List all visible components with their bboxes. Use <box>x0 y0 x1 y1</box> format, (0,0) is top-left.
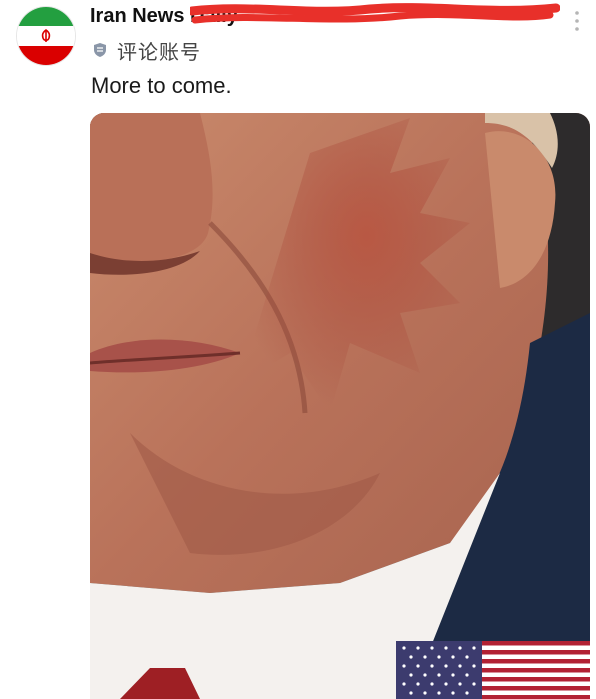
us-flag-icon <box>396 641 590 699</box>
avatar-green-stripe <box>17 7 75 27</box>
avatar-red-stripe <box>17 45 75 65</box>
emblem-icon <box>41 29 51 42</box>
badge-label: 评论账号 <box>117 41 201 64</box>
more-vertical-icon[interactable] <box>572 9 582 33</box>
post-text: More to come. <box>91 73 232 98</box>
account-badge: 评论账号 <box>92 38 201 64</box>
iran-flag-avatar[interactable] <box>17 7 75 65</box>
face-illustration <box>90 113 590 699</box>
shield-icon <box>94 43 106 57</box>
redaction-scribble <box>190 3 560 24</box>
social-post: Iran News Daily 评论账号 More to come. <box>0 0 596 699</box>
post-photo[interactable] <box>90 113 590 699</box>
